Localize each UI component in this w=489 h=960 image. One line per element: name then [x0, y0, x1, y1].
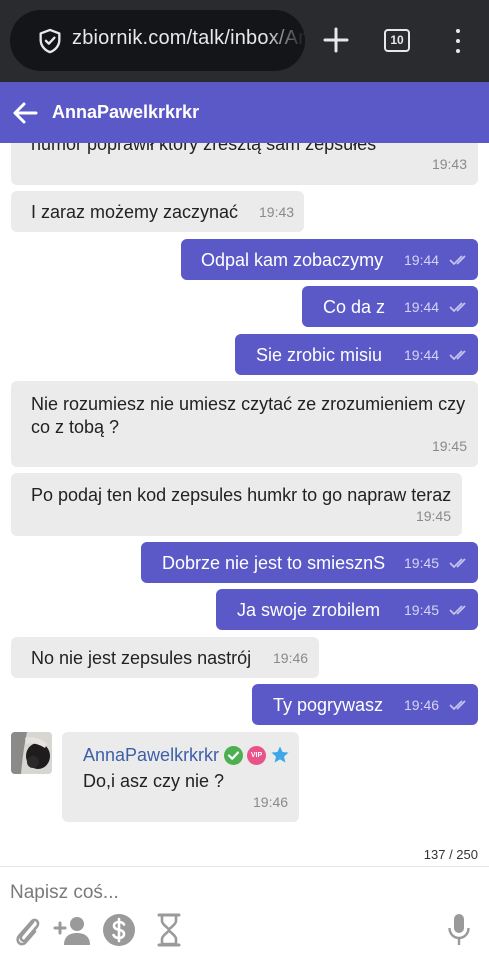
message-time: 19:46: [253, 794, 289, 810]
message-text: Co da z: [323, 297, 386, 317]
message-outgoing: Ty pogrywasz 19:46: [252, 684, 478, 725]
message-text: Odpal kam zobaczymy: [201, 250, 384, 270]
message-text: Nie rozumiesz nie umiesz czytać ze zrozu…: [31, 394, 466, 414]
verified-check-icon: [224, 746, 243, 765]
message-outgoing: Odpal kam zobaczymy 19:44: [181, 239, 478, 280]
message-text: Do,i asz czy nie ?: [83, 771, 225, 791]
message-text: Dobrze nie jest to smiesznS: [162, 553, 386, 573]
composer: [0, 866, 489, 960]
message-time: 19:45: [415, 508, 451, 524]
message-text: humor poprawił który zresztą sam zepsułe…: [31, 143, 377, 154]
conversation-header: AnnaPawelkrkrkr: [0, 82, 489, 143]
message-outgoing: Ja swoje zrobilem 19:45: [216, 589, 478, 630]
message-time: 19:44: [404, 347, 440, 363]
browser-toolbar: zbiornik.com/talk/inbox/AnnaPawelkrkrkr …: [0, 0, 489, 82]
vip-badge-icon: VIP: [247, 746, 266, 765]
shield-icon: [39, 28, 61, 54]
message-incoming: Po podaj ten kod zepsules humkr to go na…: [11, 473, 462, 536]
avatar-photo: [11, 732, 52, 774]
message-time: 19:46: [404, 697, 440, 713]
message-text: No nie jest zepsules nastrój: [31, 648, 252, 668]
message-outgoing: Co da z 19:44: [302, 286, 478, 327]
read-check-icon: [449, 302, 466, 313]
read-check-icon: [449, 350, 466, 361]
address-bar[interactable]: zbiornik.com/talk/inbox/AnnaPawelkrkrkr: [10, 10, 305, 71]
read-check-icon: [449, 700, 466, 711]
message-list[interactable]: humor poprawił który zresztą sam zepsułe…: [0, 143, 489, 865]
hourglass-icon[interactable]: [156, 913, 182, 947]
message-time: 19:43: [259, 204, 295, 220]
message-input[interactable]: [0, 873, 489, 913]
message-time: 19:46: [273, 650, 309, 666]
message-text: I zaraz możemy zaczynać: [31, 202, 239, 222]
dollar-icon[interactable]: [102, 913, 136, 947]
message-text: Ja swoje zrobilem: [237, 600, 381, 620]
message-incoming: AnnaPawelkrkrkr VIP Do,i asz czy nie ? 1…: [62, 732, 299, 822]
read-check-icon: [449, 255, 466, 266]
tab-switcher-button[interactable]: 10: [384, 29, 410, 52]
message-outgoing: Sie zrobic misiu 19:44: [235, 334, 478, 375]
sender-name[interactable]: AnnaPawelkrkrkr: [83, 745, 219, 766]
back-arrow-icon[interactable]: [10, 98, 40, 128]
paperclip-icon[interactable]: [12, 913, 42, 947]
message-text: co z tobą ?: [31, 417, 120, 437]
microphone-icon[interactable]: [446, 913, 472, 947]
star-icon: [271, 746, 289, 763]
message-incoming: No nie jest zepsules nastrój 19:46: [11, 637, 319, 678]
message-incoming: humor poprawił który zresztą sam zepsułe…: [11, 143, 478, 185]
more-menu-icon[interactable]: [448, 26, 468, 56]
message-time: 19:45: [431, 438, 467, 454]
message-time: 19:44: [404, 252, 440, 268]
message-incoming: Nie rozumiesz nie umiesz czytać ze zrozu…: [11, 381, 478, 467]
plus-icon[interactable]: [320, 24, 352, 56]
read-check-icon: [449, 605, 466, 616]
message-text: Po podaj ten kod zepsules humkr to go na…: [31, 485, 452, 505]
message-time: 19:45: [404, 602, 440, 618]
character-counter: 137 / 250: [423, 847, 478, 862]
url-fade: [265, 10, 305, 71]
app-root: zbiornik.com/talk/inbox/AnnaPawelkrkrkr …: [0, 0, 489, 960]
conversation-title: AnnaPawelkrkrkr: [52, 102, 200, 122]
add-person-icon[interactable]: [53, 913, 91, 947]
message-text: Sie zrobic misiu: [256, 345, 383, 365]
message-time: 19:44: [404, 299, 440, 315]
message-text: Ty pogrywasz: [273, 695, 384, 715]
message-time: 19:45: [404, 555, 440, 571]
avatar[interactable]: [11, 732, 52, 774]
read-check-icon: [449, 558, 466, 569]
message-outgoing: Dobrze nie jest to smiesznS 19:45: [141, 542, 478, 583]
message-incoming: I zaraz możemy zaczynać 19:43: [11, 191, 304, 232]
message-time: 19:43: [431, 156, 467, 172]
